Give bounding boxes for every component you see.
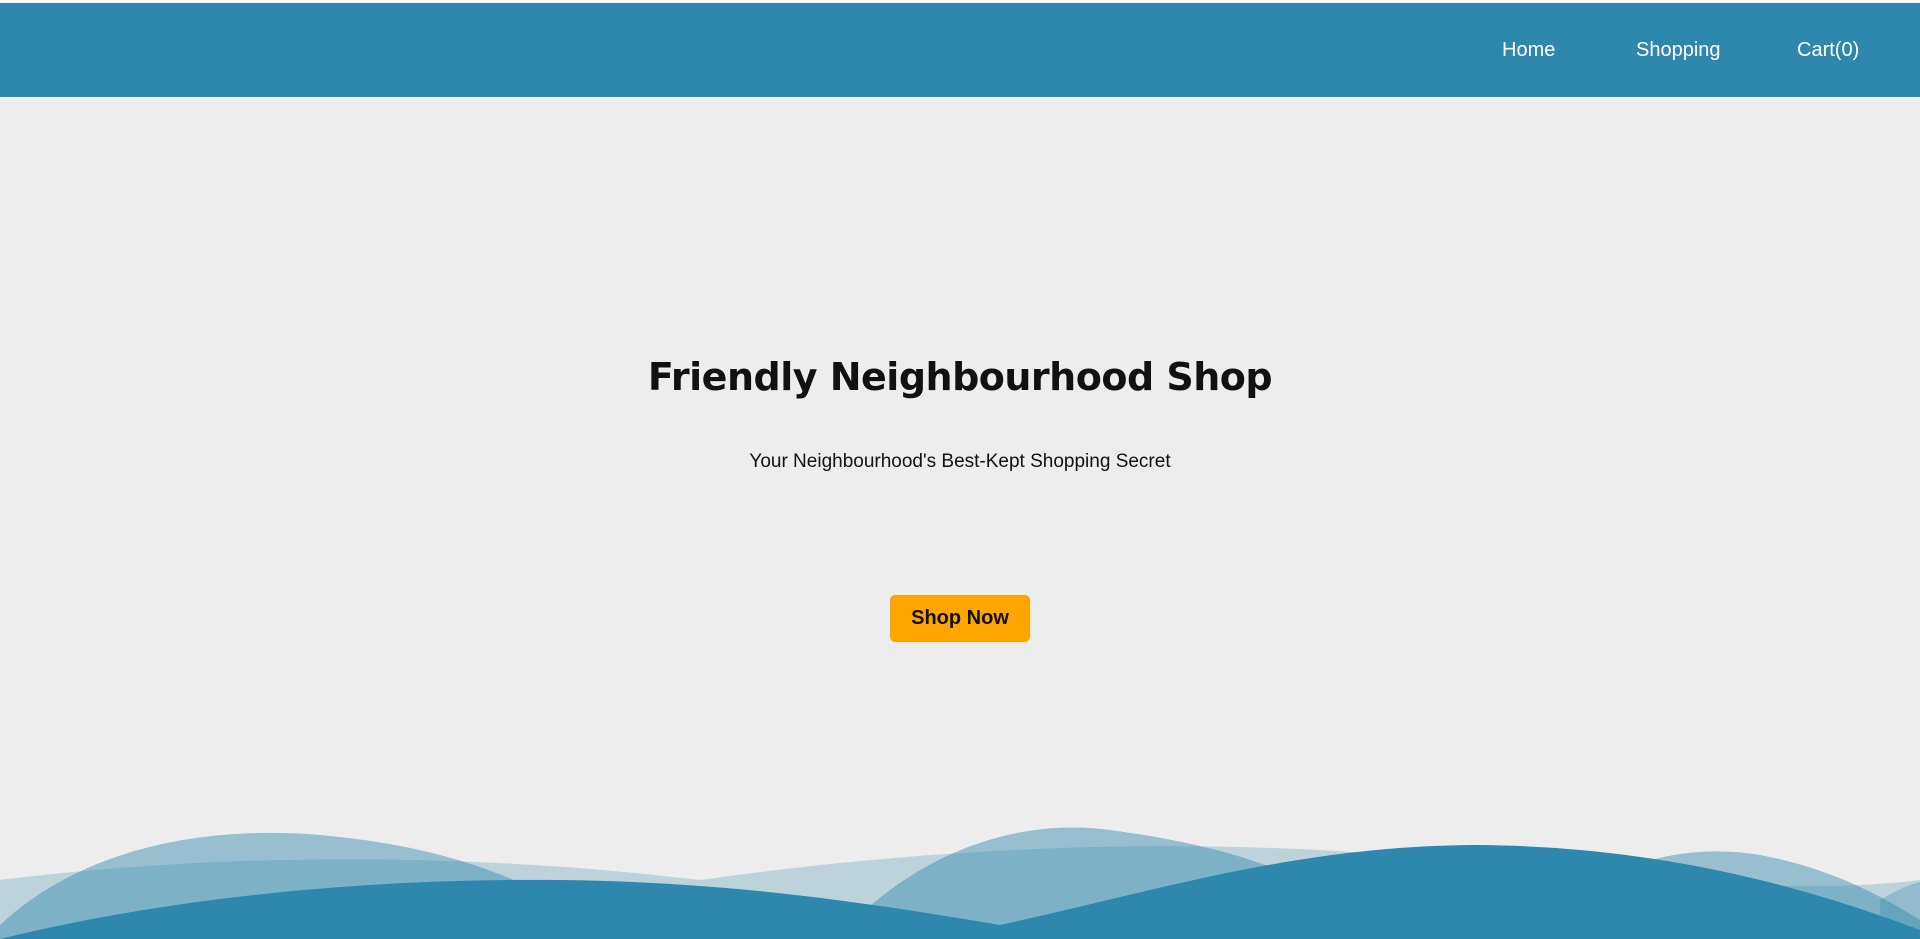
shop-now-button[interactable]: Shop Now	[890, 595, 1030, 642]
nav-link-home[interactable]: Home	[1502, 3, 1555, 97]
hero-subtitle: Your Neighbourhood's Best-Kept Shopping …	[749, 451, 1171, 472]
hero-title: Friendly Neighbourhood Shop	[647, 355, 1273, 399]
hero-section: Friendly Neighbourhood Shop Your Neighbo…	[0, 97, 1920, 939]
navbar: Home Shopping Cart(0)	[0, 3, 1920, 97]
nav-link-shopping[interactable]: Shopping	[1636, 3, 1721, 97]
nav-link-cart[interactable]: Cart(0)	[1797, 3, 1859, 97]
